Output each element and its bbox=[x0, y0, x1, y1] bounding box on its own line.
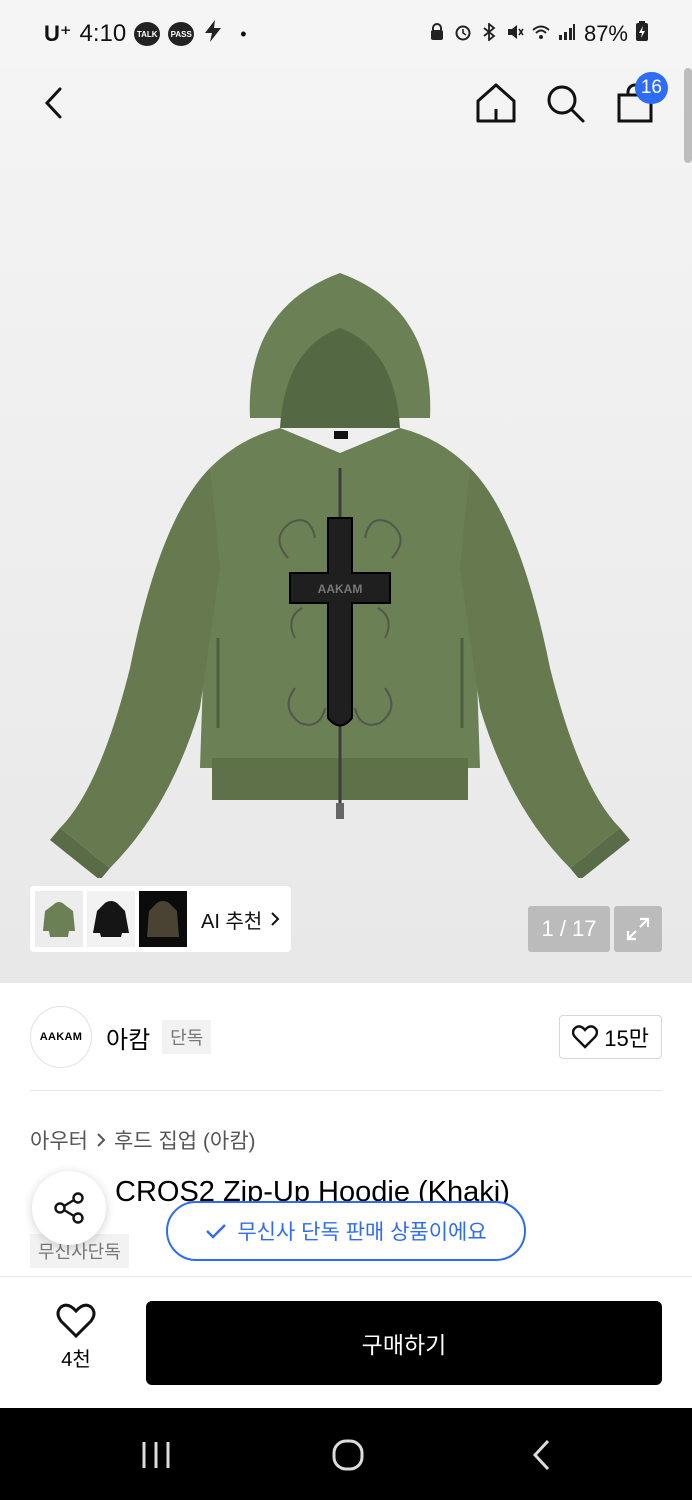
toast-text: 무신사 단독 판매 상품이에요 bbox=[237, 1221, 487, 1244]
back-arrow-icon bbox=[44, 87, 62, 119]
recent-apps-icon bbox=[142, 1442, 170, 1468]
image-counter: 1 / 17 bbox=[528, 906, 610, 952]
chevron-right-icon bbox=[97, 1133, 106, 1147]
cart-count-badge: 16 bbox=[634, 72, 668, 104]
back-chevron-icon bbox=[532, 1439, 550, 1471]
scrollbar-thumb[interactable] bbox=[684, 68, 692, 163]
home-nav-button[interactable] bbox=[318, 1430, 378, 1480]
home-button[interactable] bbox=[471, 78, 521, 128]
wifi-icon bbox=[532, 21, 550, 47]
alarm-icon bbox=[454, 21, 472, 47]
breadcrumb-subcategory[interactable]: 후드 집업 (아캄) bbox=[114, 1125, 256, 1155]
check-icon bbox=[206, 1224, 227, 1239]
battery-level: 87% bbox=[583, 21, 628, 46]
brand-logo[interactable]: AAKAM bbox=[30, 1006, 92, 1068]
share-button[interactable] bbox=[32, 1171, 106, 1245]
cart-button[interactable]: 16 bbox=[610, 72, 668, 128]
brand-name[interactable]: 아캄 bbox=[106, 1020, 150, 1055]
buy-button[interactable]: 구매하기 bbox=[146, 1301, 662, 1385]
talk-icon: TALK bbox=[134, 22, 161, 46]
home-icon bbox=[476, 83, 516, 123]
dot-icon: • bbox=[240, 23, 247, 44]
ai-recommend-label: AI 추천 bbox=[201, 910, 263, 933]
bolt-icon bbox=[202, 19, 224, 49]
brand-like-button[interactable]: 15만 bbox=[559, 1015, 662, 1059]
back-button[interactable] bbox=[30, 78, 80, 128]
expand-icon bbox=[626, 917, 650, 941]
product-gallery[interactable]: 16 AAKAM AI 추천 1 / 17 bbox=[0, 68, 692, 983]
lock-icon bbox=[428, 21, 446, 47]
recommend-thumb-2[interactable] bbox=[87, 891, 135, 947]
brand-like-count: 15만 bbox=[604, 1026, 649, 1051]
exclusive-badge: 단독 bbox=[162, 1020, 212, 1054]
recommend-thumb-1[interactable] bbox=[35, 891, 83, 947]
wishlist-button[interactable]: 4천 bbox=[40, 1303, 112, 1372]
top-navigation: 16 bbox=[0, 68, 692, 138]
breadcrumb: 아우터 후드 집업 (아캄) bbox=[30, 1125, 256, 1155]
recent-apps-button[interactable] bbox=[126, 1430, 186, 1480]
mute-icon bbox=[506, 21, 524, 47]
exclusive-toast: 무신사 단독 판매 상품이에요 bbox=[166, 1201, 526, 1261]
signal-icon bbox=[558, 21, 576, 47]
carrier-label: U⁺ bbox=[44, 21, 72, 46]
back-nav-button[interactable] bbox=[512, 1430, 572, 1480]
ai-recommend-strip[interactable]: AI 추천 bbox=[30, 886, 291, 952]
status-bar: U⁺ 4:10 TALK PASS • 87% bbox=[0, 0, 692, 68]
battery-icon bbox=[636, 21, 648, 47]
expand-button[interactable] bbox=[614, 906, 662, 952]
product-image: AAKAM bbox=[50, 273, 630, 878]
search-button[interactable] bbox=[540, 78, 590, 128]
chevron-right-icon bbox=[271, 912, 280, 926]
share-icon bbox=[54, 1192, 84, 1224]
divider bbox=[30, 1090, 662, 1091]
system-navigation-bar bbox=[0, 1408, 692, 1500]
wishlist-count: 4천 bbox=[61, 1349, 91, 1371]
breadcrumb-category[interactable]: 아우터 bbox=[30, 1125, 88, 1155]
garment-print-text: AAKAM bbox=[318, 582, 363, 596]
pass-icon: PASS bbox=[168, 22, 195, 46]
bottom-action-bar: 4천 구매하기 bbox=[0, 1276, 692, 1408]
heart-icon bbox=[572, 1025, 599, 1049]
search-icon bbox=[547, 85, 585, 123]
bluetooth-icon bbox=[480, 21, 498, 47]
heart-icon bbox=[56, 1303, 96, 1339]
recommend-thumb-3[interactable] bbox=[139, 891, 187, 947]
brand-row: AAKAM 아캄 단독 15만 bbox=[30, 1006, 662, 1068]
clock: 4:10 bbox=[79, 20, 127, 47]
ai-recommend-link[interactable]: AI 추천 bbox=[201, 905, 280, 934]
home-circle-icon bbox=[332, 1439, 364, 1471]
